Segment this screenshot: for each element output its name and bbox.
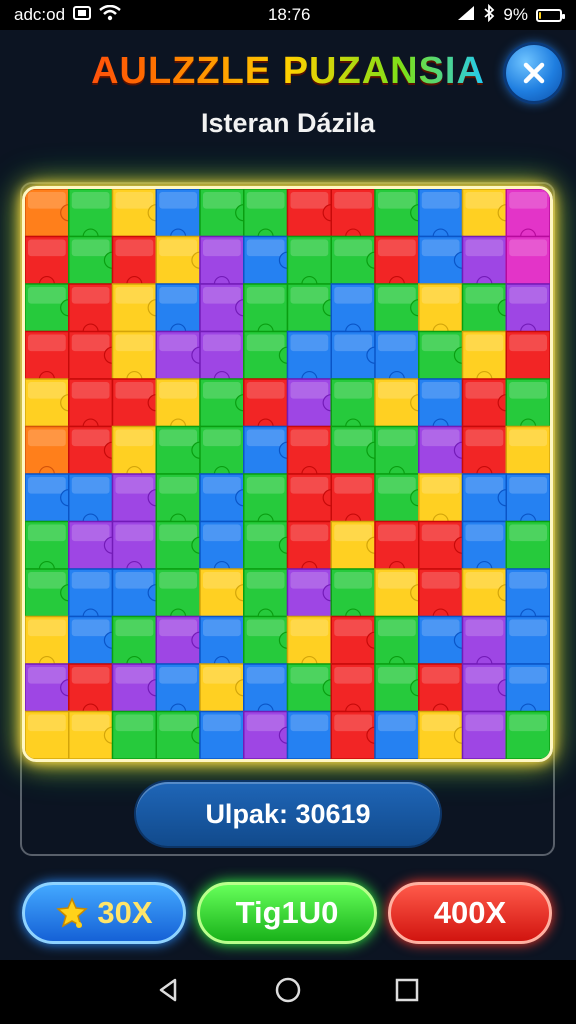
board-sheen: [25, 189, 550, 759]
navigation-bar: [0, 960, 576, 1024]
level-subtitle: Isteran Dázila: [200, 108, 376, 138]
wifi-icon: [99, 4, 121, 26]
hint-button-label: Tig1U0: [235, 895, 339, 930]
hint-button[interactable]: Tig1U0: [197, 882, 377, 944]
signal-icon: [457, 5, 475, 26]
multiplier-button[interactable]: 400X: [388, 882, 552, 944]
home-button[interactable]: [274, 976, 302, 1009]
star-icon: [56, 897, 89, 928]
recents-icon: [395, 978, 418, 1001]
bonus-button[interactable]: 30X: [22, 882, 186, 944]
sim-icon: [73, 5, 92, 25]
carrier-text: adc:od: [14, 5, 66, 24]
bluetooth-icon: [483, 3, 495, 27]
back-icon: [160, 978, 177, 1001]
score-display: Ulpak: 30619: [136, 782, 440, 846]
clock: 18:76: [267, 5, 311, 24]
battery-text: 9%: [503, 5, 528, 24]
close-icon: [523, 62, 545, 84]
app-title: AULZZLE PUZANSIA: [0, 50, 576, 93]
battery-icon: [535, 8, 565, 22]
close-button[interactable]: [506, 45, 562, 101]
back-button[interactable]: [155, 976, 183, 1009]
status-bar: adc:od 18:76 9%: [0, 0, 576, 30]
puzzle-grid[interactable]: [25, 189, 550, 759]
home-icon: [275, 977, 301, 1002]
score-label: Ulpak: 30619: [205, 798, 371, 829]
recents-button[interactable]: [393, 976, 421, 1009]
battery-level: [538, 11, 541, 19]
puzzle-board[interactable]: [22, 186, 553, 762]
multiplier-button-label: 400X: [433, 895, 507, 930]
bonus-button-label: 30X: [97, 895, 153, 930]
status-bar-right: 9%: [457, 3, 565, 27]
status-bar-left: adc:od: [14, 4, 121, 26]
